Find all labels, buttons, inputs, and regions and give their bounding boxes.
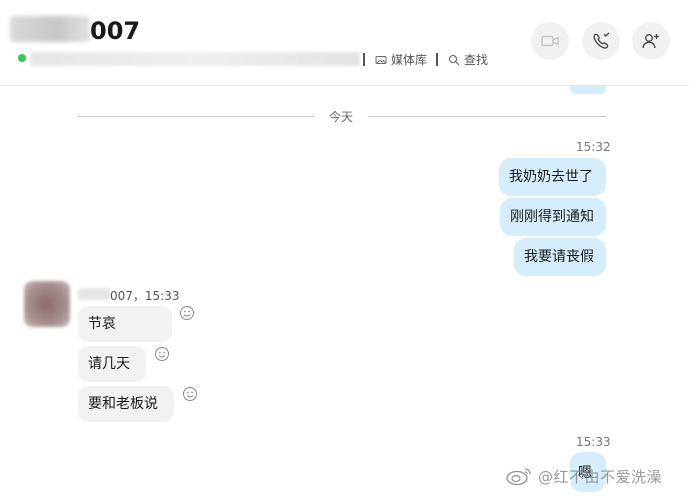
- emoji-reaction-icon[interactable]: [179, 305, 195, 321]
- incoming-message[interactable]: 要和老板说: [78, 386, 174, 422]
- date-separator-label: 今天: [328, 110, 353, 124]
- message-timestamp: 15:33: [576, 435, 611, 449]
- sender-name-redacted: [78, 288, 110, 300]
- header-separator: [363, 53, 365, 66]
- video-call-button[interactable]: [531, 22, 569, 60]
- date-divider-left: [78, 116, 314, 117]
- add-participant-button[interactable]: [632, 22, 670, 60]
- add-person-icon: [642, 34, 659, 49]
- watermark-text: @红不由不爱洗澡: [538, 468, 663, 486]
- weibo-icon: [506, 468, 531, 486]
- outgoing-message[interactable]: 我要请丧假: [514, 238, 606, 276]
- online-status-dot: [18, 54, 26, 62]
- contact-name-redacted: [10, 16, 90, 42]
- media-library-link[interactable]: 媒体库: [375, 51, 427, 68]
- contact-name: 007: [90, 17, 141, 45]
- avatar[interactable]: [24, 281, 70, 327]
- outgoing-message[interactable]: 我奶奶去世了: [499, 158, 606, 196]
- media-library-label: 媒体库: [391, 53, 428, 67]
- phone-icon: [593, 32, 610, 49]
- search-link[interactable]: 查找: [448, 51, 488, 68]
- status-text-redacted: [30, 52, 360, 66]
- sender-meta: 007，15:33: [110, 289, 180, 303]
- video-camera-icon: [541, 35, 559, 47]
- previous-message-bubble[interactable]: [570, 86, 606, 94]
- incoming-message[interactable]: 节哀: [78, 306, 172, 342]
- media-library-icon: [375, 55, 387, 64]
- outgoing-message[interactable]: 刚刚得到通知: [500, 198, 606, 236]
- header-separator: [436, 53, 438, 66]
- emoji-reaction-icon[interactable]: [154, 346, 170, 362]
- message-timestamp: 15:32: [576, 140, 611, 154]
- incoming-message[interactable]: 请几天: [78, 346, 146, 382]
- search-label: 查找: [464, 53, 489, 67]
- search-icon: [448, 54, 460, 65]
- date-divider-right: [368, 116, 606, 117]
- voice-call-button[interactable]: [582, 22, 620, 60]
- emoji-reaction-icon[interactable]: [182, 386, 198, 402]
